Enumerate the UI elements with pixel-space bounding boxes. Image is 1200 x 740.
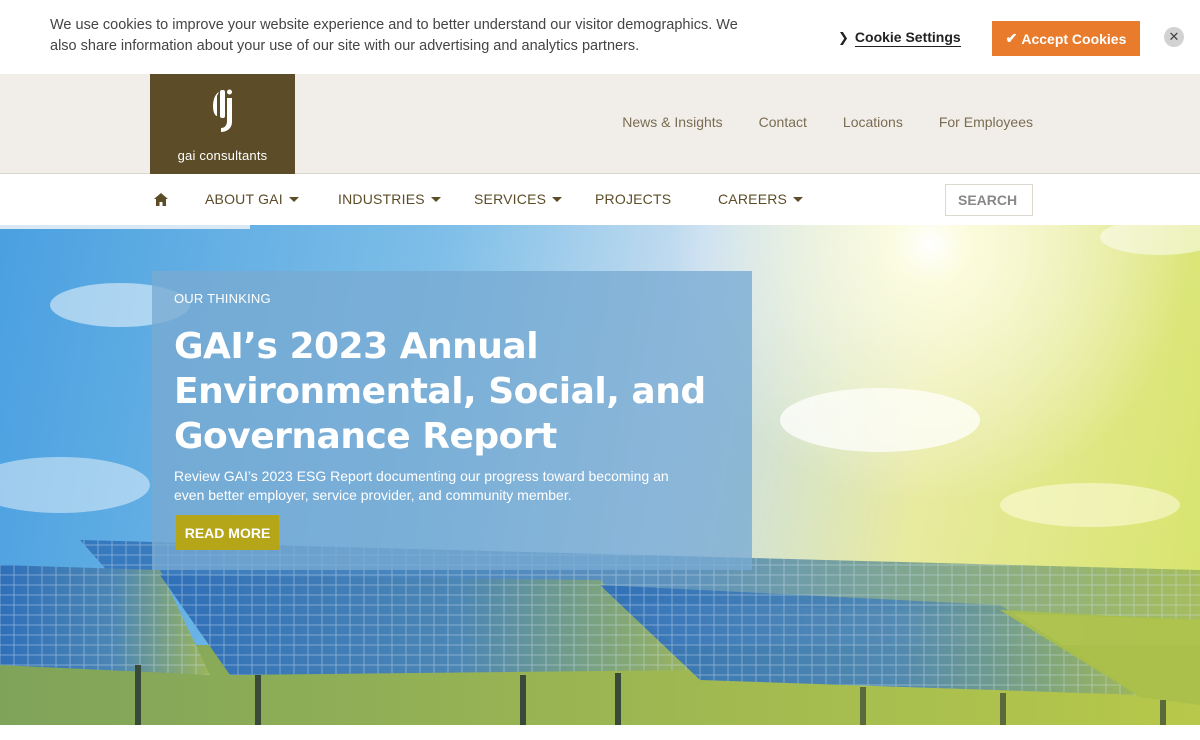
hero-kicker: OUR THINKING xyxy=(174,291,271,306)
close-icon[interactable]: ✕ xyxy=(1164,27,1184,47)
caret-down-icon xyxy=(552,196,563,202)
nav-careers[interactable]: CAREERS xyxy=(718,191,804,207)
caret-down-icon xyxy=(793,196,804,202)
check-icon: ✔ xyxy=(1005,30,1018,46)
link-contact[interactable]: Contact xyxy=(759,114,807,130)
hero-banner: OUR THINKING GAI’s 2023 Annual Environme… xyxy=(0,225,1200,725)
link-for-employees[interactable]: For Employees xyxy=(939,114,1033,130)
nav-label: INDUSTRIES xyxy=(338,191,425,207)
cookie-banner: We use cookies to improve your website e… xyxy=(0,0,1200,74)
logo[interactable]: gai consultants xyxy=(150,74,295,174)
nav-about-gai[interactable]: ABOUT GAI xyxy=(205,191,299,207)
logo-text: gai consultants xyxy=(177,147,268,163)
page-bottom xyxy=(0,725,1200,740)
logo-mark-icon xyxy=(205,86,241,144)
utility-nav: News & Insights Contact Locations For Em… xyxy=(622,114,1033,130)
nav-projects[interactable]: PROJECTS xyxy=(595,191,671,207)
main-nav: ABOUT GAI INDUSTRIES SERVICES PROJECTS C… xyxy=(0,175,1200,238)
chevron-right-icon: ❯ xyxy=(838,30,849,45)
hero-description: Review GAI’s 2023 ESG Report documenting… xyxy=(174,468,669,503)
accept-cookies-button[interactable]: ✔ Accept Cookies xyxy=(992,21,1140,56)
site-header: gai consultants News & Insights Contact … xyxy=(0,74,1200,174)
nav-label: PROJECTS xyxy=(595,191,672,207)
hero-card: OUR THINKING GAI’s 2023 Annual Environme… xyxy=(152,271,752,570)
caret-down-icon xyxy=(288,196,299,202)
nav-label: SERVICES xyxy=(474,191,547,207)
nav-services[interactable]: SERVICES xyxy=(474,191,563,207)
link-locations[interactable]: Locations xyxy=(843,114,903,130)
nav-label: CAREERS xyxy=(718,191,788,207)
cookie-settings-link[interactable]: ❯ Cookie Settings xyxy=(838,29,961,47)
home-icon[interactable] xyxy=(154,193,168,206)
nav-industries[interactable]: INDUSTRIES xyxy=(338,191,441,207)
slide-progress-bar xyxy=(0,225,250,229)
caret-down-icon xyxy=(430,196,441,202)
search-input[interactable]: SEARCH . xyxy=(945,184,1033,238)
read-more-button[interactable]: READ MORE xyxy=(176,515,279,550)
nav-label: ABOUT GAI xyxy=(205,191,283,207)
hero-title: GAI’s 2023 Annual Environmental, Social,… xyxy=(174,326,706,457)
cookie-settings-label: Cookie Settings xyxy=(854,29,961,47)
link-news-insights[interactable]: News & Insights xyxy=(622,114,722,130)
accept-cookies-label: Accept Cookies xyxy=(1021,30,1127,47)
cookie-message: We use cookies to improve your website e… xyxy=(50,17,738,54)
